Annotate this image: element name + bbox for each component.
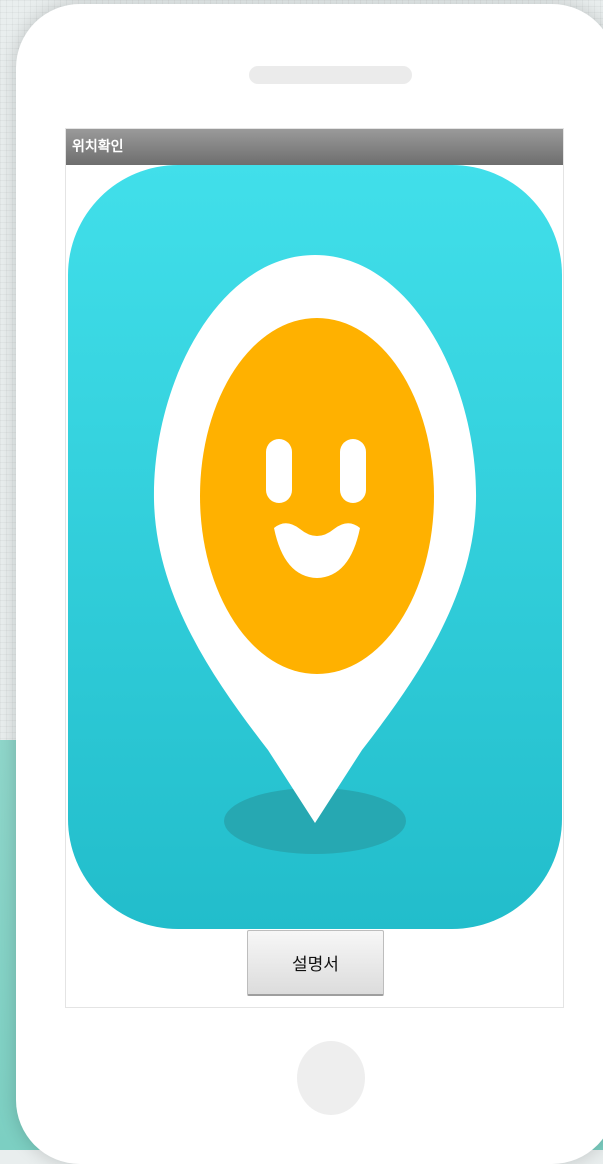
smiley-right-eye: [340, 439, 366, 503]
app-title: 위치확인: [72, 139, 124, 155]
phone-speaker: [249, 66, 412, 84]
manual-button[interactable]: 설명서: [247, 930, 384, 996]
location-pin-smiley-icon: [68, 165, 562, 929]
app-screen: 위치확인 설명서: [65, 128, 564, 1008]
smiley-face: [200, 318, 434, 674]
title-bar: 위치확인: [66, 129, 563, 165]
smiley-left-eye: [266, 439, 292, 503]
phone-home-button[interactable]: [297, 1041, 365, 1115]
